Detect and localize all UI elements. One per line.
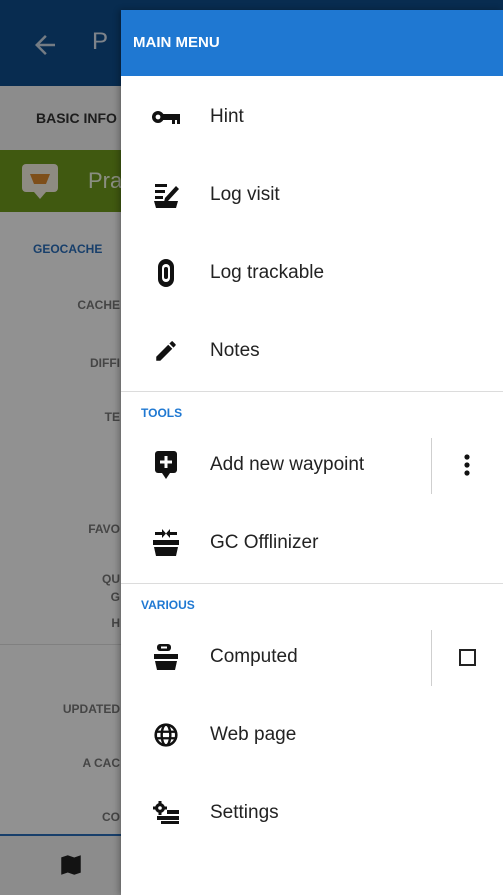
menu-item-computed[interactable]: Computed <box>121 618 503 696</box>
vertical-separator <box>431 630 432 686</box>
menu-item-web-page[interactable]: Web page <box>121 696 503 774</box>
globe-icon <box>121 722 210 748</box>
offlinizer-icon <box>121 529 210 557</box>
computed-toggle[interactable] <box>431 618 503 696</box>
pencil-icon <box>121 338 210 364</box>
section-title-tools: TOOLS <box>141 406 183 420</box>
menu-item-label: Hint <box>210 106 244 127</box>
menu-item-gc-offlinizer[interactable]: GC Offlinizer <box>121 504 503 582</box>
menu-item-label: Log visit <box>210 184 280 205</box>
section-divider <box>121 391 503 392</box>
settings-icon <box>121 801 210 825</box>
computed-checkbox[interactable] <box>458 648 476 666</box>
vertical-separator <box>431 438 432 494</box>
section-divider <box>121 583 503 584</box>
add-waypoint-icon <box>121 450 210 480</box>
menu-item-hint[interactable]: Hint <box>121 78 503 156</box>
menu-item-add-new-waypoint[interactable]: Add new waypoint <box>121 426 503 504</box>
more-vert-icon <box>464 454 470 476</box>
main-menu-drawer: MAIN MENU Hint Log visit Log trackable N… <box>121 10 503 895</box>
menu-item-settings[interactable]: Settings <box>121 774 503 852</box>
menu-item-label: Settings <box>210 802 279 823</box>
section-title-various: VARIOUS <box>141 598 195 612</box>
menu-item-log-trackable[interactable]: Log trackable <box>121 234 503 312</box>
menu-item-label: Log trackable <box>210 262 325 283</box>
key-icon <box>121 109 210 125</box>
menu-item-label: Web page <box>210 724 297 745</box>
computed-icon <box>121 643 210 671</box>
menu-item-log-visit[interactable]: Log visit <box>121 156 503 234</box>
waypoint-options-button[interactable] <box>431 426 503 504</box>
menu-item-label: Notes <box>210 340 260 361</box>
drawer-header: MAIN MENU <box>121 10 503 76</box>
menu-item-notes[interactable]: Notes <box>121 312 503 390</box>
menu-item-label: GC Offlinizer <box>210 532 319 553</box>
trackable-icon <box>121 258 210 288</box>
log-visit-icon <box>121 181 210 209</box>
